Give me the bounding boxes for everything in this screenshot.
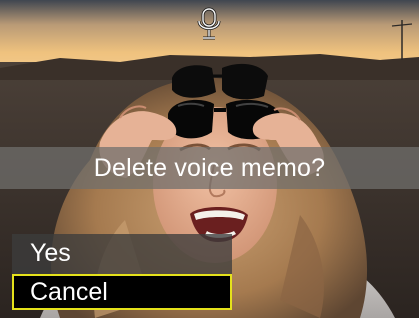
- dialog-banner: Delete voice memo?: [0, 147, 419, 189]
- microphone-icon: [197, 7, 221, 40]
- dialog-title: Delete voice memo?: [93, 154, 326, 182]
- cancel-option[interactable]: Cancel: [12, 274, 232, 310]
- camera-lcd-screen: Delete voice memo? Yes Cancel: [0, 0, 419, 318]
- confirm-menu: Yes Cancel: [12, 234, 232, 310]
- yes-option[interactable]: Yes: [12, 235, 232, 271]
